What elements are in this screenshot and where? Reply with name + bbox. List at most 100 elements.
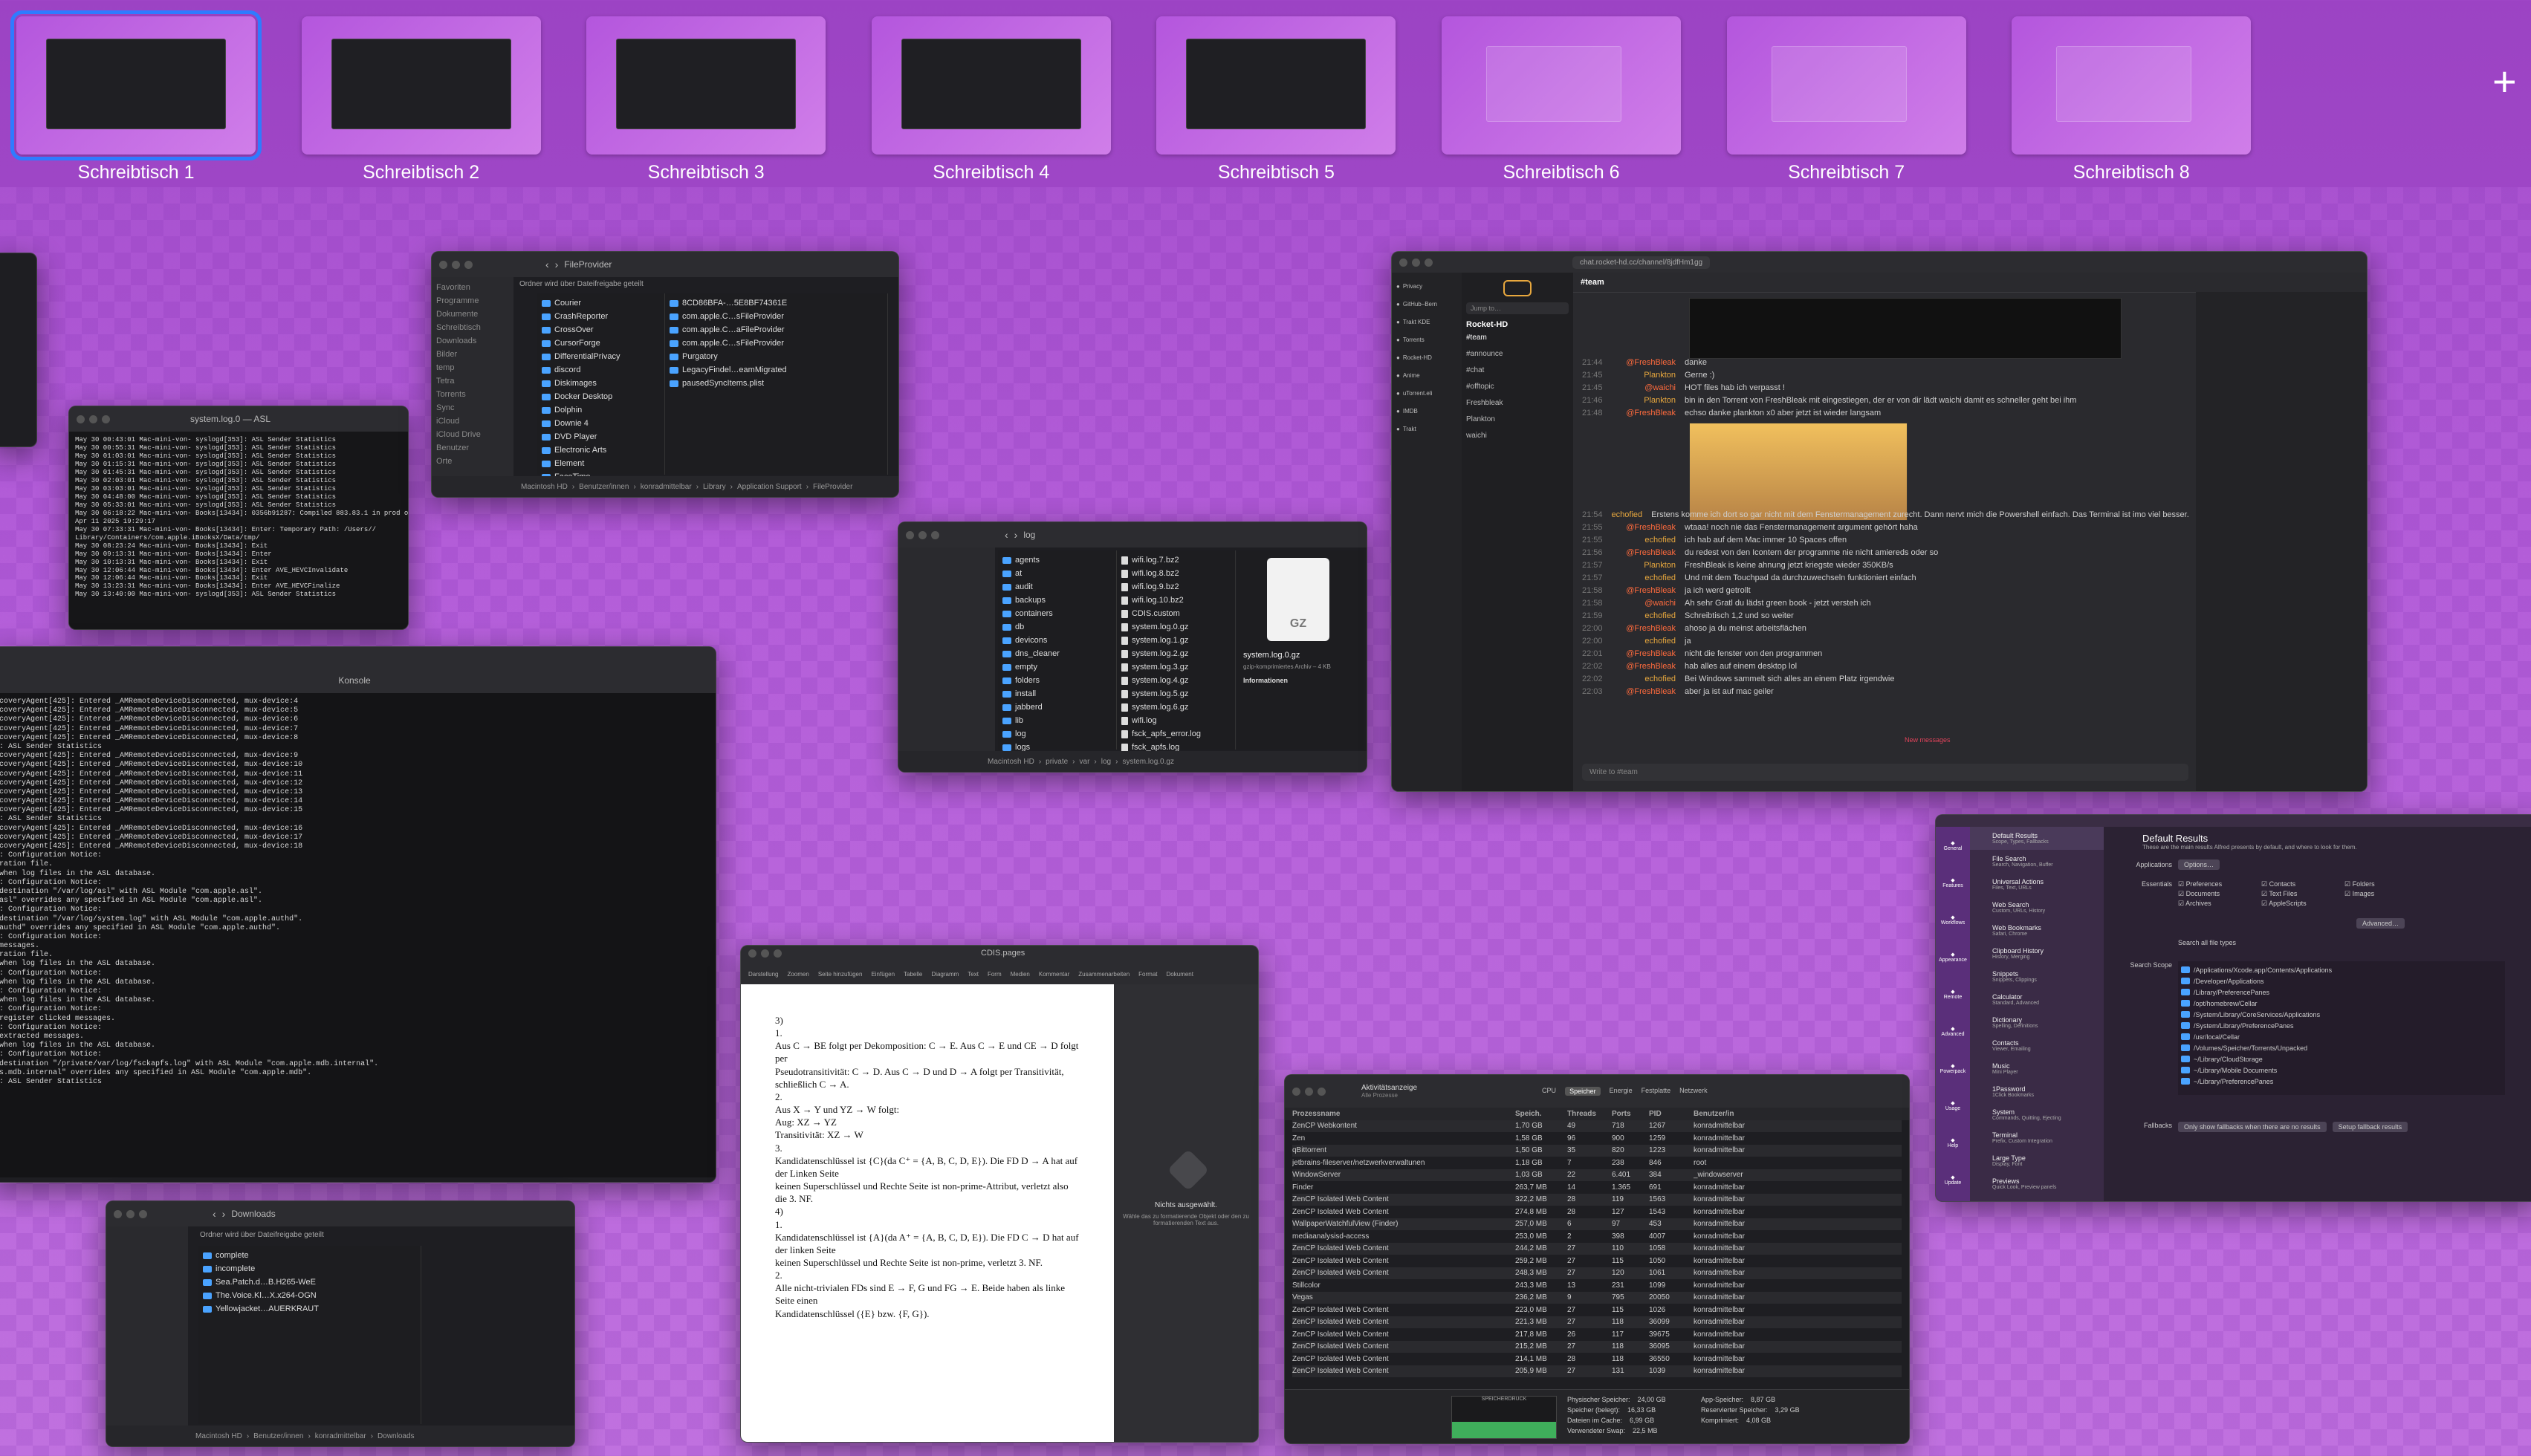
chat-message[interactable]: 21:54 echofied Erstens komme ich dort so g… bbox=[1582, 508, 2189, 521]
scope-item[interactable]: /System/Library/PreferencePanes bbox=[2181, 1020, 2502, 1031]
fallback-select[interactable]: Only show fallbacks when there are no re… bbox=[2178, 1122, 2327, 1132]
message-user[interactable]: echofied bbox=[1612, 510, 1643, 519]
list-item[interactable]: 8CD86BFA-…5E8BF74361E bbox=[670, 296, 883, 310]
alfred-nav-item[interactable]: ◆ Powerpack bbox=[1936, 1050, 1970, 1087]
alfred-nav-item[interactable]: ◆ Remote bbox=[1936, 975, 1970, 1013]
alfred-nav-item[interactable]: ◆ Workflows bbox=[1936, 901, 1970, 938]
list-item[interactable]: devicons bbox=[1002, 634, 1112, 647]
chat-message[interactable]: 21:46 Plankton bin in den Torrent von Fres… bbox=[1582, 394, 2188, 406]
list-item[interactable]: system.log.4.gz bbox=[1121, 674, 1231, 687]
feature-item[interactable]: Snippets Snippets, Clippings bbox=[1970, 965, 2104, 988]
checkbox[interactable]: ☑ Folders bbox=[2344, 880, 2426, 888]
back-icon[interactable]: ‹ bbox=[213, 1208, 216, 1220]
pages-document-window[interactable]: CDIS.pages Darstellung Zoomen Seite hinzuf… bbox=[740, 945, 1259, 1443]
scope-item[interactable]: ~/Library/Mobile Documents bbox=[2181, 1065, 2502, 1076]
scope-item[interactable]: ~/Library/PreferencePanes bbox=[2181, 1076, 2502, 1087]
list-item[interactable]: Courier bbox=[542, 296, 660, 310]
channel-item[interactable]: Plankton bbox=[1466, 415, 1569, 432]
sidebar-item[interactable]: iCloud bbox=[436, 417, 509, 430]
chat-message[interactable]: 21:44 @FreshBleak danke bbox=[1582, 356, 2188, 368]
table-row[interactable]: ZenCP Isolated Web Content 223,0 MB 27 115 1… bbox=[1292, 1304, 1902, 1316]
feature-item[interactable]: Default Results Scope, Types, Fallbacks bbox=[1970, 827, 2104, 850]
sidebar-item[interactable]: Orte bbox=[436, 457, 509, 470]
chat-message[interactable]: 22:00 @FreshBleak ahoso ja du meinst arbei… bbox=[1582, 622, 2188, 634]
chat-message[interactable]: 21:57 echofied Und mit dem Touchpad da dur… bbox=[1582, 571, 2188, 584]
list-item[interactable]: Element bbox=[542, 457, 660, 470]
channel-item[interactable]: #announce bbox=[1466, 350, 1569, 366]
checkbox[interactable]: ☑ Images bbox=[2344, 890, 2426, 898]
list-item[interactable]: fsck_apfs_error.log bbox=[1121, 727, 1231, 741]
list-item[interactable]: system.log.3.gz bbox=[1121, 660, 1231, 674]
options-button[interactable]: Options… bbox=[2178, 859, 2220, 870]
path-segment[interactable]: Macintosh HD bbox=[521, 483, 568, 491]
setup-fallback-button[interactable]: Setup fallback results bbox=[2332, 1122, 2408, 1132]
message-user[interactable]: echofied bbox=[1621, 611, 1676, 620]
sidebar-item[interactable]: Bilder bbox=[436, 350, 509, 363]
sidebar-item[interactable]: temp bbox=[436, 363, 509, 377]
chat-message[interactable]: 22:00 echofied ja bbox=[1582, 634, 2188, 647]
feature-list[interactable]: Default Results Scope, Types, Fallbacks Fi… bbox=[1970, 827, 2104, 1201]
forward-icon[interactable]: › bbox=[555, 259, 559, 270]
message-user[interactable]: Plankton bbox=[1621, 371, 1676, 380]
tab[interactable]: Netzwerk bbox=[1679, 1087, 1708, 1096]
feature-item[interactable]: Clipboard History History, Merging bbox=[1970, 942, 2104, 965]
search-all-checkbox[interactable]: Search all file types bbox=[2178, 939, 2236, 946]
sidebar-item[interactable]: Sync bbox=[436, 403, 509, 417]
browser-tab[interactable]: ● Trakt bbox=[1396, 420, 1457, 438]
browser-tab[interactable]: ● Anime bbox=[1396, 366, 1457, 384]
feature-item[interactable]: Web Bookmarks Safari, Chrome bbox=[1970, 919, 2104, 942]
url-bar[interactable]: chat.rocket-hd.cc/channel/8jdfHm1gg bbox=[1572, 256, 1711, 269]
list-item[interactable]: system.log.6.gz bbox=[1121, 701, 1231, 714]
finder-window-log[interactable]: ‹ › log agents at audit backups containers db… bbox=[898, 521, 1367, 773]
message-user[interactable]: @FreshBleak bbox=[1621, 662, 1676, 671]
toolbar-button[interactable]: Zoomen bbox=[787, 971, 808, 978]
scope-item[interactable]: /opt/homebrew/Cellar bbox=[2181, 998, 2502, 1009]
table-row[interactable]: ZenCP Webkontent 1,70 GB 49 718 1267 konradmi… bbox=[1292, 1119, 1902, 1132]
path-segment[interactable]: Library bbox=[703, 483, 726, 491]
checkbox[interactable]: ☑ Archives bbox=[2178, 900, 2260, 908]
list-item[interactable]: Electronic Arts bbox=[542, 443, 660, 457]
toolbar-button[interactable]: Einfügen bbox=[871, 971, 895, 978]
workspace-name[interactable]: Rocket-HD bbox=[1466, 320, 1569, 329]
list-item[interactable]: wifi.log.7.bz2 bbox=[1121, 553, 1231, 567]
browser-tab[interactable]: ● Trakt KDE bbox=[1396, 313, 1457, 331]
feature-item[interactable]: Music Mini Player bbox=[1970, 1057, 2104, 1080]
path-segment[interactable]: var bbox=[1080, 758, 1090, 766]
tab[interactable]: Festplatte bbox=[1642, 1087, 1671, 1096]
finder-column[interactable]: Courier CrashReporter CrossOver CursorForge… bbox=[537, 293, 665, 495]
message-user[interactable]: echofied bbox=[1621, 573, 1676, 582]
space-thumbnail[interactable] bbox=[586, 16, 826, 155]
column-header[interactable]: Speich. bbox=[1515, 1110, 1567, 1118]
list-item[interactable]: Downie 4 bbox=[542, 417, 660, 430]
chat-message[interactable]: 21:58 @waichi Ah sehr Gratl du lädst green… bbox=[1582, 597, 2188, 609]
table-row[interactable]: WindowServer 1,03 GB 22 6.401 384 _windowserv… bbox=[1292, 1169, 1902, 1181]
table-row[interactable]: ZenCP Isolated Web Content 205,9 MB 27 131 1… bbox=[1292, 1365, 1902, 1377]
add-space-button[interactable]: + bbox=[2492, 61, 2517, 103]
path-segment[interactable]: Application Support bbox=[737, 483, 802, 491]
chat-search-input[interactable]: Jump to… bbox=[1466, 302, 1569, 314]
tab-bar[interactable]: CPU Speicher Energie Festplatte Netzwerk bbox=[1542, 1087, 1708, 1096]
list-item[interactable]: folders bbox=[1002, 674, 1112, 687]
space-thumbnail[interactable] bbox=[871, 16, 1111, 155]
list-item[interactable]: wifi.log.10.bz2 bbox=[1121, 594, 1231, 607]
checkbox-group[interactable]: ☑ Preferences ☑ Contacts ☑ Folders ☑ Docume… bbox=[2178, 880, 2426, 908]
scope-item[interactable]: /Library/PreferencePanes bbox=[2181, 987, 2502, 998]
message-user[interactable]: @FreshBleak bbox=[1621, 649, 1676, 658]
path-segment[interactable]: Downloads bbox=[377, 1432, 414, 1440]
space-thumbnail[interactable] bbox=[2012, 16, 2252, 155]
tab[interactable]: Energie bbox=[1610, 1087, 1633, 1096]
chat-message[interactable]: 22:01 @FreshBleak nicht die fenster von de… bbox=[1582, 647, 2188, 660]
list-item[interactable]: system.log.2.gz bbox=[1121, 647, 1231, 660]
column-header[interactable]: Ports bbox=[1612, 1110, 1649, 1118]
scope-list[interactable]: /Applications/Xcode.app/Contents/Applica… bbox=[2178, 961, 2505, 1095]
list-item[interactable]: containers bbox=[1002, 607, 1112, 620]
toolbar-button[interactable]: Kommentar bbox=[1039, 971, 1069, 978]
browser-tab-sidebar[interactable]: ● Privacy ● GitHub–Bern ● Trakt KDE ● Torrents ●… bbox=[1392, 273, 1462, 791]
tab[interactable]: Speicher bbox=[1565, 1087, 1601, 1096]
checkbox[interactable]: ☑ Text Files bbox=[2261, 890, 2343, 898]
list-item[interactable]: Diskimages bbox=[542, 377, 660, 390]
browser-tab[interactable]: ● Torrents bbox=[1396, 331, 1457, 348]
message-user[interactable]: @waichi bbox=[1621, 599, 1676, 608]
list-item[interactable]: install bbox=[1002, 687, 1112, 701]
toolbar-button[interactable]: Zusammenarbeiten bbox=[1078, 971, 1130, 978]
